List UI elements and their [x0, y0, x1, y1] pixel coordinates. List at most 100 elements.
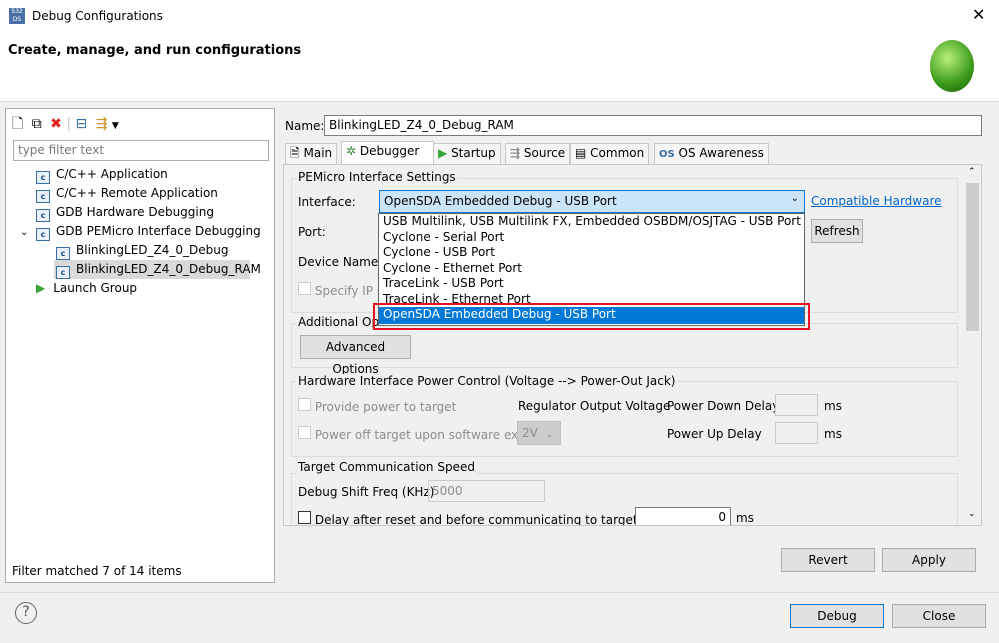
close-icon[interactable]: ✕ [972, 5, 985, 24]
tab-label: Main [303, 146, 333, 160]
toolbar: 🗋 ⧉ ✖ | ⊟ ⇶ ▼ [12, 116, 119, 132]
specify-ip-checkbox[interactable]: Specify IP [298, 282, 373, 298]
chevron-down-icon[interactable]: ⌄ [20, 223, 36, 242]
tab-label: Debugger [359, 144, 420, 158]
tab-label: Source [523, 146, 566, 160]
refresh-button[interactable]: Refresh [811, 219, 863, 243]
power-up-input[interactable] [775, 422, 818, 444]
tab-label: Common [590, 146, 645, 160]
dropdown-option[interactable]: Cyclone - Ethernet Port [379, 261, 804, 277]
tree-item[interactable]: c GDB Hardware Debugging [20, 203, 261, 222]
tab-debugger[interactable]: ✲ Debugger [341, 141, 435, 165]
dialog-header: Create, manage, and run configurations [0, 32, 999, 102]
power-group [291, 381, 958, 457]
common-tab-icon: ▤ [575, 146, 587, 160]
dropdown-option[interactable]: TraceLink - USB Port [379, 276, 804, 292]
debug-button[interactable]: Debug [790, 604, 884, 628]
tree-item[interactable]: c BlinkingLED_Z4_0_Debug [20, 241, 261, 260]
device-name-label: Device Name: [298, 255, 383, 269]
interface-value: OpenSDA Embedded Debug - USB Port [384, 194, 617, 208]
tree-item-selected[interactable]: c BlinkingLED_Z4_0_Debug_RAM [54, 260, 261, 279]
power-down-input[interactable] [775, 394, 818, 416]
close-button[interactable]: Close [892, 604, 986, 628]
tree-item[interactable]: c C/C++ Remote Application [20, 184, 261, 203]
checkbox-label: Power off target upon software exit [314, 428, 527, 442]
tab-os-awareness[interactable]: OS OS Awareness [654, 143, 769, 164]
tree-label: GDB PEMicro Interface Debugging [56, 224, 261, 238]
config-tree: c C/C++ Application c C/C++ Remote Applica… [20, 165, 261, 298]
pemicro-title: PEMicro Interface Settings [296, 170, 458, 184]
scrollbar[interactable]: ⌃ ⌄ [964, 165, 981, 525]
c-config-icon: c [56, 247, 70, 260]
filter-status: Filter matched 7 of 14 items [12, 564, 182, 578]
power-title: Hardware Interface Power Control (Voltag… [296, 374, 678, 388]
new-config-icon[interactable]: 🗋 [12, 116, 23, 132]
tree-item[interactable]: ▶ Launch Group [20, 279, 261, 298]
advanced-options-button[interactable]: Advanced Options [300, 335, 411, 376]
scroll-thumb[interactable] [966, 183, 979, 331]
checkbox[interactable] [298, 282, 311, 295]
interface-label: Interface: [298, 195, 356, 209]
tree-item[interactable]: c C/C++ Application [20, 165, 261, 184]
regulator-label: Regulator Output Voltage [518, 399, 671, 413]
tree-label: GDB Hardware Debugging [56, 205, 214, 219]
config-tree-panel: 🗋 ⧉ ✖ | ⊟ ⇶ ▼ type filter text c C/C++ Ap… [5, 108, 275, 583]
filter-input[interactable]: type filter text [13, 140, 269, 161]
tab-main[interactable]: 🗎 Main [285, 143, 338, 164]
debugger-tab-icon: ✲ [346, 144, 357, 158]
help-icon[interactable]: ? [15, 602, 37, 624]
c-config-icon: c [36, 171, 50, 184]
checkbox[interactable] [298, 426, 311, 439]
tree-label: Launch Group [53, 281, 138, 295]
tab-label: Startup [451, 146, 496, 160]
delay-checkbox[interactable]: Delay after reset and before communicati… [298, 511, 658, 525]
ms-label: ms [824, 427, 842, 441]
delay-input[interactable]: 0 [635, 507, 731, 525]
port-label: Port: [298, 225, 326, 239]
dropdown-option[interactable]: Cyclone - USB Port [379, 245, 804, 261]
name-label: Name: [285, 119, 325, 133]
window-title: Debug Configurations [32, 9, 163, 23]
launch-group-icon: ▶ [36, 281, 46, 295]
speed-title: Target Communication Speed [296, 460, 477, 474]
voltage-select[interactable]: 2V ⌄ [517, 421, 561, 445]
revert-button[interactable]: Revert [781, 548, 875, 572]
dropdown-option[interactable]: USB Multilink, USB Multilink FX, Embedde… [379, 214, 804, 230]
filter-icon[interactable]: ⇶ [96, 116, 108, 132]
tree-label: BlinkingLED_Z4_0_Debug_RAM [76, 262, 261, 276]
app-icon: S32 DS [9, 8, 25, 24]
tab-common[interactable]: ▤ Common [570, 143, 650, 164]
c-config-icon: c [36, 190, 50, 203]
tree-label: BlinkingLED_Z4_0_Debug [76, 243, 229, 257]
tree-item[interactable]: ⌄ c GDB PEMicro Interface Debugging [20, 222, 261, 241]
compatible-hardware-link[interactable]: Compatible Hardware [811, 194, 942, 208]
duplicate-icon[interactable]: ⧉ [32, 116, 42, 132]
scroll-down-icon[interactable]: ⌄ [968, 509, 976, 519]
checkbox-label: Provide power to target [314, 400, 457, 414]
main-tab-icon: 🗎 [290, 146, 300, 160]
power-down-label: Power Down Delay [667, 399, 780, 413]
checkbox[interactable] [298, 511, 311, 524]
interface-select[interactable]: OpenSDA Embedded Debug - USB Port ⌄ [379, 190, 805, 213]
name-input[interactable]: BlinkingLED_Z4_0_Debug_RAM [324, 115, 982, 136]
title-bar: S32 DS Debug Configurations ✕ [0, 0, 999, 32]
checkbox-label: Specify IP [314, 284, 374, 298]
scroll-up-icon[interactable]: ⌃ [968, 167, 976, 177]
chevron-down-icon[interactable]: ▼ [112, 121, 119, 131]
tab-label: OS Awareness [678, 146, 764, 160]
tab-source[interactable]: ⇶ Source [505, 143, 571, 164]
delete-icon[interactable]: ✖ [50, 116, 62, 132]
provide-power-checkbox[interactable]: Provide power to target [298, 398, 456, 414]
power-off-checkbox[interactable]: Power off target upon software exit [298, 426, 526, 442]
dropdown-option[interactable]: Cyclone - Serial Port [379, 230, 804, 246]
tab-startup[interactable]: ▶ Startup [433, 143, 501, 164]
checkbox[interactable] [298, 398, 311, 411]
collapse-all-icon[interactable]: ⊟ [76, 116, 88, 132]
freq-input[interactable]: 5000 [428, 480, 545, 502]
apply-button[interactable]: Apply [882, 548, 976, 572]
c-config-icon: c [36, 209, 50, 222]
c-config-icon: c [36, 228, 50, 241]
tree-label: C/C++ Application [56, 167, 168, 181]
ms-label: ms [824, 399, 842, 413]
chevron-down-icon: ⌄ [545, 430, 554, 440]
